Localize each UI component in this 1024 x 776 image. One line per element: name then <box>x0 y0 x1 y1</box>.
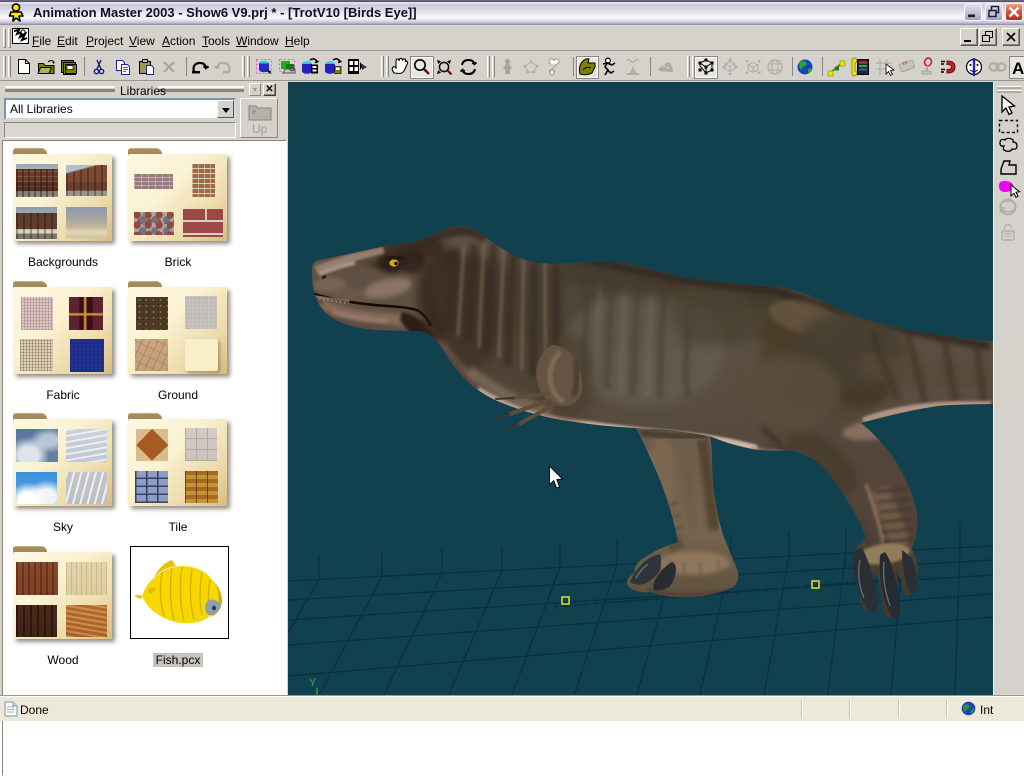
svg-text:0: 0 <box>818 596 824 607</box>
svg-text:A: A <box>1012 59 1024 78</box>
svg-text:20: 20 <box>565 613 577 624</box>
svg-text:Y: Y <box>309 677 317 689</box>
